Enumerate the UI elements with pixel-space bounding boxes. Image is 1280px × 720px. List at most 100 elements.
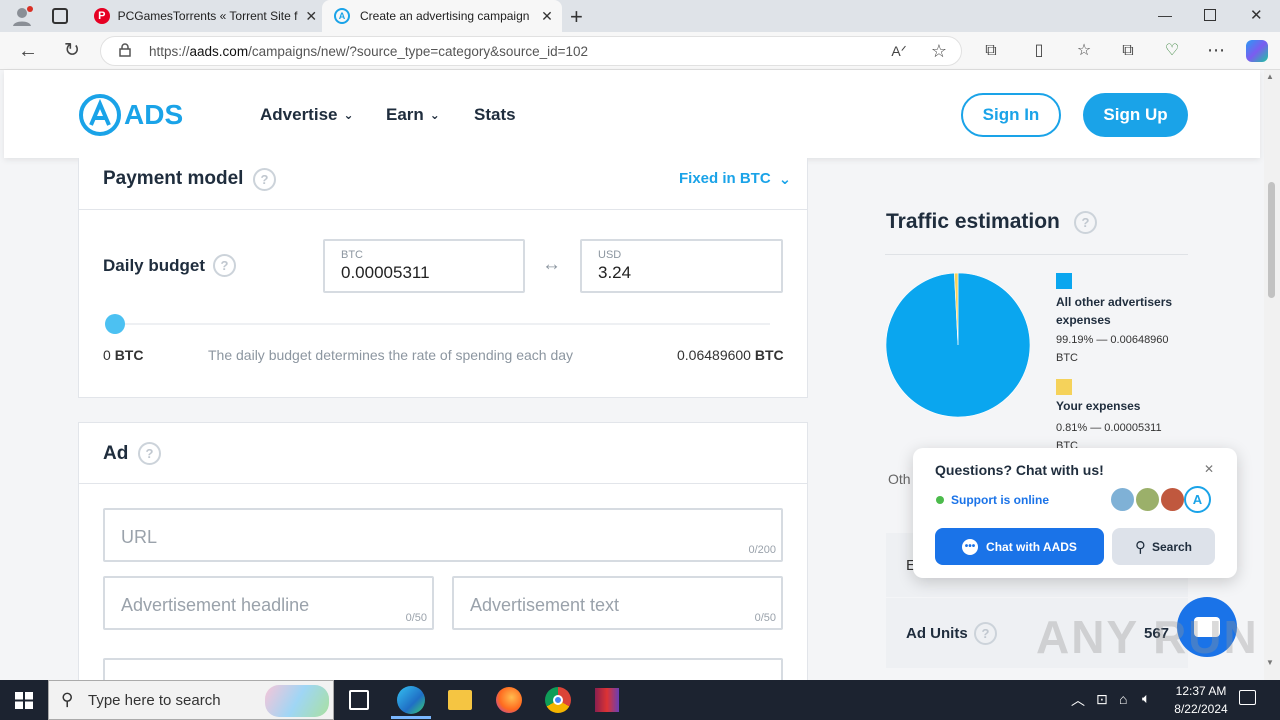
scroll-up-icon[interactable]: ▲	[1266, 72, 1274, 81]
help-icon[interactable]: ?	[213, 254, 236, 277]
legend-yours-name: Your expenses	[1056, 399, 1141, 413]
avatar	[1134, 486, 1161, 513]
copilot-icon[interactable]	[1246, 40, 1268, 62]
placeholder: Advertisement headline	[121, 595, 310, 615]
close-window-button[interactable]: ✕	[1250, 6, 1263, 24]
minimize-button[interactable]: —	[1158, 7, 1172, 23]
aads-logo[interactable]: ADS	[78, 93, 183, 137]
firefox-icon[interactable]	[496, 687, 522, 713]
support-avatars: A	[1109, 486, 1211, 513]
close-icon[interactable]: ✕	[1204, 462, 1214, 476]
edge-icon[interactable]	[397, 686, 425, 714]
headline-input[interactable]: Advertisement headline 0/50	[103, 576, 434, 630]
char-counter: 0/50	[754, 612, 776, 624]
scrollbar[interactable]	[1264, 70, 1280, 680]
ad-text-input[interactable]: Advertisement text 0/50	[452, 576, 783, 630]
url-text: https://aads.com/campaigns/new/?source_t…	[149, 44, 589, 59]
nav-stats[interactable]: Stats	[474, 105, 516, 125]
help-icon[interactable]: ?	[138, 442, 161, 465]
notifications-icon[interactable]	[1239, 690, 1256, 705]
tab-create-campaign[interactable]: A Create an advertising campaign | ✕	[322, 0, 562, 32]
close-tab-icon[interactable]: ✕	[538, 8, 556, 25]
usd-budget-input[interactable]: USD 3.24	[580, 239, 783, 293]
char-counter: 0/200	[748, 544, 776, 556]
chat-status: Support is online	[951, 493, 1049, 507]
traffic-title: Traffic estimation	[886, 210, 1060, 233]
nav-earn[interactable]: Earn ⌄	[386, 105, 440, 125]
refresh-icon[interactable]: ↻	[60, 39, 84, 63]
daily-budget-label: Daily budget	[103, 256, 206, 275]
lock-icon	[119, 43, 131, 57]
button-label: Chat with AADS	[986, 539, 1077, 554]
placeholder: URL	[121, 527, 158, 547]
taskbar-search-box[interactable]: ⚲ Type here to search	[48, 680, 334, 720]
browser-essentials-icon[interactable]: ♡	[1160, 39, 1184, 63]
field-value: 3.24	[598, 263, 632, 282]
avatar	[1159, 486, 1186, 513]
legend-others-name: All other advertisers expenses	[1056, 295, 1173, 327]
new-tab-button[interactable]: +	[570, 4, 583, 30]
restore-button[interactable]	[1204, 9, 1216, 21]
budget-slider-track[interactable]	[114, 323, 770, 325]
sign-up-button[interactable]: Sign Up	[1083, 93, 1188, 137]
scroll-down-icon[interactable]: ▼	[1266, 658, 1274, 667]
payment-model-dropdown[interactable]: Fixed in BTC ⌄	[679, 170, 791, 188]
collections-icon[interactable]: ⧉	[1116, 39, 1140, 63]
favorites-icon[interactable]: ☆	[1072, 39, 1096, 63]
favorite-star-icon[interactable]: ☆	[927, 39, 951, 63]
legend-swatch-yours	[1056, 379, 1072, 395]
close-tab-icon[interactable]: ✕	[302, 8, 320, 25]
address-bar[interactable]: https://aads.com/campaigns/new/?source_t…	[100, 36, 962, 66]
nav-label: Stats	[474, 105, 516, 124]
split-screen-icon[interactable]: ▯	[1027, 39, 1051, 63]
more-menu-icon[interactable]: ⋯	[1204, 38, 1228, 62]
windows-start-icon[interactable]	[15, 692, 33, 709]
nav-label: Earn	[386, 105, 424, 124]
aads-avatar-icon: A	[1184, 486, 1211, 513]
other-label-partial: Oth	[888, 471, 911, 487]
budget-max: 0.06489600 BTC	[677, 347, 784, 363]
dropdown-value: Fixed in BTC	[679, 170, 771, 187]
legend-others-value: 99.19% — 0.00648960 BTC	[1056, 334, 1169, 364]
button-label: Search	[1151, 539, 1193, 554]
tab-title: PCGamesTorrents « Torrent Site f	[117, 9, 298, 23]
btc-budget-input[interactable]: BTC 0.00005311	[323, 239, 525, 293]
winrar-icon[interactable]	[595, 688, 619, 712]
url-input[interactable]: URL 0/200	[103, 508, 783, 562]
file-explorer-icon[interactable]	[448, 690, 472, 710]
taskbar-time[interactable]: 12:37 AM	[1168, 684, 1234, 698]
scrollbar-thumb[interactable]	[1268, 182, 1275, 298]
nav-advertise[interactable]: Advertise ⌄	[260, 105, 354, 125]
network-icon[interactable]: ⌂	[1119, 691, 1127, 707]
back-icon[interactable]: ←	[16, 39, 40, 63]
aads-logo-icon	[79, 94, 121, 136]
budget-min: 0 BTC	[103, 347, 144, 363]
convert-arrows-icon: ↔	[542, 254, 561, 275]
taskbar-date[interactable]: 8/22/2024	[1166, 702, 1236, 716]
chrome-icon[interactable]	[545, 687, 571, 713]
tab-pcgamestorrents[interactable]: P PCGamesTorrents « Torrent Site f ✕	[88, 0, 320, 32]
help-icon[interactable]: ?	[253, 168, 276, 191]
chat-with-aads-button[interactable]: ••• Chat with AADS	[935, 528, 1104, 565]
search-icon: ⚲	[61, 690, 74, 709]
profile-icon[interactable]	[10, 5, 34, 27]
budget-slider-handle[interactable]	[104, 314, 125, 334]
ad-units-label: Ad Units	[906, 625, 968, 642]
task-view-icon[interactable]	[349, 690, 369, 710]
show-hidden-icons-icon[interactable]: ︿	[1071, 690, 1085, 710]
search-highlight-icon	[265, 685, 329, 717]
help-icon[interactable]: ?	[974, 622, 997, 645]
pinterest-icon: P	[94, 8, 110, 24]
tab-actions-icon[interactable]	[52, 8, 68, 24]
budget-hint: The daily budget determines the rate of …	[208, 347, 574, 363]
chat-search-button[interactable]: ⚲ Search	[1112, 528, 1215, 565]
read-aloud-icon[interactable]: Aᐟ	[887, 39, 911, 63]
sign-in-button[interactable]: Sign In	[961, 93, 1061, 137]
security-icon[interactable]: ⊡	[1096, 691, 1108, 708]
avatar	[1109, 486, 1136, 513]
field-label: USD	[598, 249, 622, 261]
volume-icon[interactable]: 🔈︎	[1142, 690, 1150, 707]
extensions-icon[interactable]: ⧉	[979, 39, 1003, 63]
help-icon[interactable]: ?	[1074, 211, 1097, 234]
payment-model-title: Payment model	[103, 168, 244, 189]
